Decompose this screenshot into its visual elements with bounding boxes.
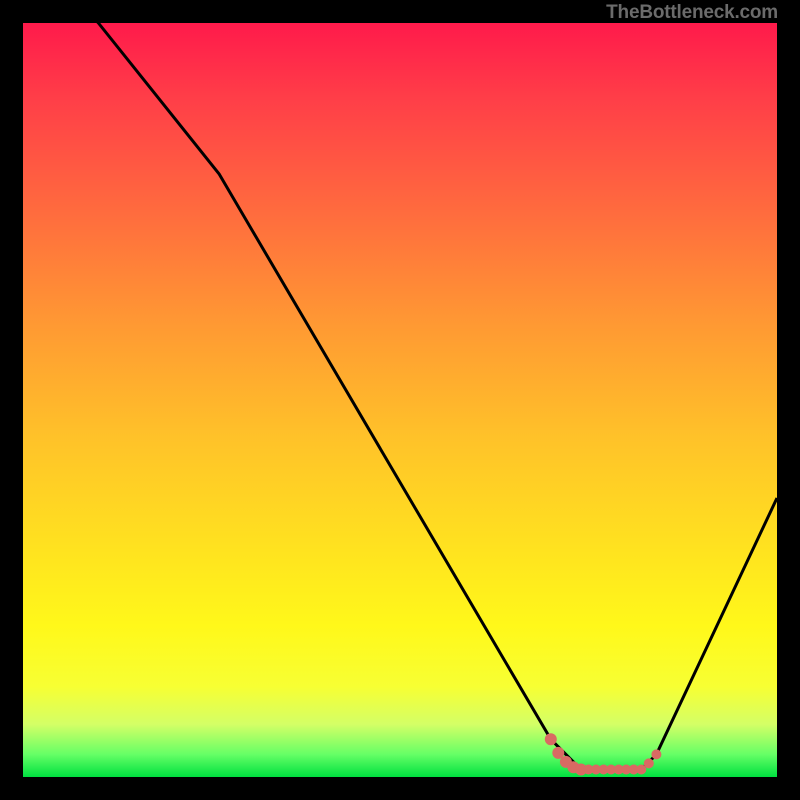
chart-svg xyxy=(23,23,777,777)
chart-frame xyxy=(23,23,777,777)
sweet-spot-dot xyxy=(644,758,654,768)
attribution-label: TheBottleneck.com xyxy=(606,2,778,24)
sweet-spot-dot xyxy=(545,733,557,745)
bottleneck-curve-line xyxy=(23,0,777,770)
sweet-spot-dot xyxy=(651,749,661,759)
sweet-spot-marker-group xyxy=(545,733,662,775)
